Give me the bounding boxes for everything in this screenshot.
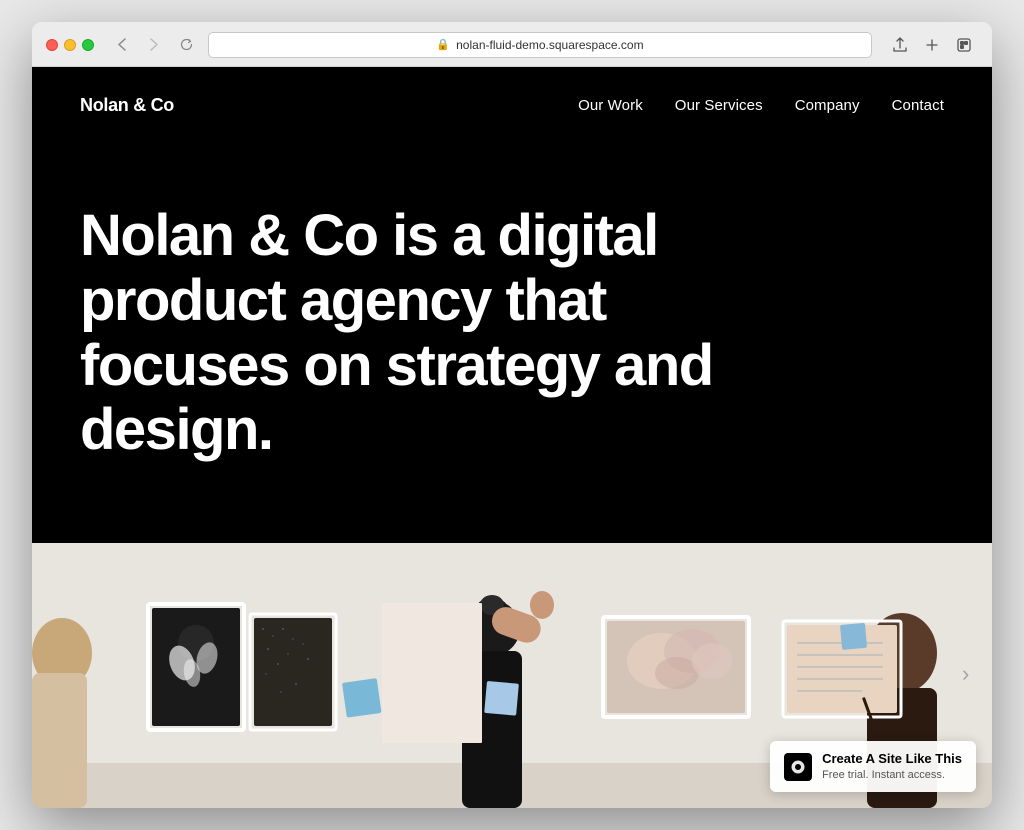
svg-text:›: › <box>962 661 969 686</box>
badge-text: Create A Site Like This Free trial. Inst… <box>822 751 962 782</box>
traffic-lights <box>46 39 94 51</box>
address-bar[interactable]: 🔒 nolan-fluid-demo.squarespace.com <box>208 32 872 58</box>
nav-contact[interactable]: Contact <box>892 97 944 114</box>
ssl-lock-icon: 🔒 <box>436 38 450 51</box>
hero-section: Nolan & Co is a digital product agency t… <box>32 144 992 544</box>
close-button[interactable] <box>46 39 58 51</box>
url-display: nolan-fluid-demo.squarespace.com <box>456 38 643 52</box>
browser-chrome: 🔒 nolan-fluid-demo.squarespace.com <box>32 22 992 67</box>
nav-our-work[interactable]: Our Work <box>578 97 643 114</box>
site-header: Nolan & Co Our Work Our Services Company… <box>32 67 992 144</box>
site-nav: Our Work Our Services Company Contact <box>578 97 944 114</box>
image-section: › Create A Site Like This Free trial. In… <box>32 543 992 808</box>
fullscreen-button[interactable] <box>82 39 94 51</box>
hero-headline: Nolan & Co is a digital product agency t… <box>80 204 720 464</box>
browser-navigation <box>108 34 200 56</box>
badge-title: Create A Site Like This <box>822 751 962 768</box>
squarespace-icon <box>784 753 812 781</box>
squarespace-badge[interactable]: Create A Site Like This Free trial. Inst… <box>770 741 976 792</box>
forward-button[interactable] <box>140 34 168 56</box>
website-content: Nolan & Co Our Work Our Services Company… <box>32 67 992 809</box>
minimize-button[interactable] <box>64 39 76 51</box>
nav-company[interactable]: Company <box>795 97 860 114</box>
site-logo[interactable]: Nolan & Co <box>80 95 174 116</box>
back-button[interactable] <box>108 34 136 56</box>
reload-button[interactable] <box>172 34 200 56</box>
browser-window: 🔒 nolan-fluid-demo.squarespace.com <box>32 22 992 809</box>
tab-overview-button[interactable] <box>950 34 978 56</box>
badge-subtitle: Free trial. Instant access. <box>822 768 962 782</box>
share-button[interactable] <box>886 34 914 56</box>
browser-actions <box>886 34 978 56</box>
nav-our-services[interactable]: Our Services <box>675 97 763 114</box>
new-tab-button[interactable] <box>918 34 946 56</box>
